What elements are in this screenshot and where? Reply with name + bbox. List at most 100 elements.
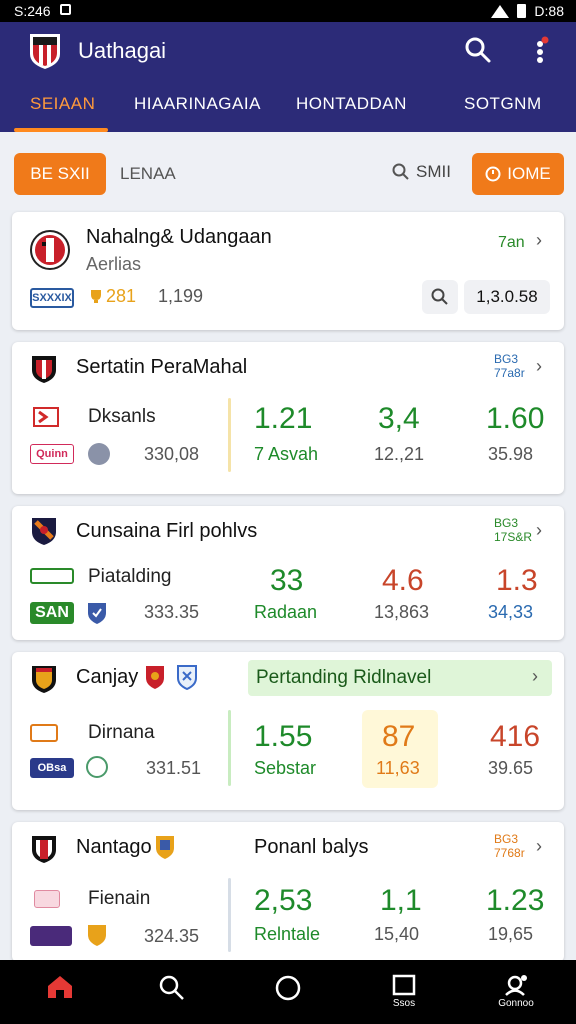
team-crest-icon bbox=[32, 666, 56, 693]
team-crest-icon bbox=[30, 230, 70, 270]
tab-hiaarinagaia[interactable]: HIAARINAGAIA bbox=[134, 94, 261, 114]
home-button-label: IOME bbox=[507, 164, 551, 183]
value-box[interactable]: 1,3.0.58 bbox=[464, 280, 550, 314]
odds-draw[interactable]: 87 bbox=[382, 720, 415, 754]
view-count: 324.35 bbox=[144, 926, 200, 946]
trophy-icon bbox=[91, 290, 101, 303]
match-subtitle: Aerlias bbox=[86, 254, 142, 274]
more-options-icon[interactable] bbox=[528, 36, 552, 66]
square-icon bbox=[392, 974, 416, 996]
nav-profile[interactable]: Gonnoo bbox=[496, 974, 536, 1014]
status-time: S:246 bbox=[14, 3, 51, 19]
view-count: 333.35 bbox=[144, 602, 200, 622]
match-title: Sertatin PeraMahal bbox=[76, 356, 248, 378]
view-count: 330,08 bbox=[144, 444, 200, 464]
filter-search[interactable]: SMII bbox=[392, 162, 451, 182]
bottom-navigation: Ssos Gonnoo bbox=[0, 960, 576, 1024]
chevron-right-icon[interactable]: › bbox=[536, 520, 542, 541]
odds-home[interactable]: 1.55 bbox=[254, 720, 312, 754]
match-card[interactable]: Canjay Pertanding Ridlnavel › Dirnana OB… bbox=[12, 652, 564, 810]
match-card[interactable]: Nahalng& Udangaan Aerlias 7an › SXXXIX 2… bbox=[12, 212, 564, 330]
clock-icon bbox=[485, 166, 501, 182]
app-bar: Uathagai SEIAAN HIAARINAGAIA HONTADDAN S… bbox=[0, 22, 576, 132]
odds-away[interactable]: 1.60 bbox=[486, 402, 544, 436]
odds-away-sub: 35.98 bbox=[488, 444, 534, 464]
match-subtitle: Ponanl balys bbox=[254, 836, 369, 858]
filter-label[interactable]: LENAA bbox=[120, 164, 176, 184]
team-crest-icon bbox=[32, 518, 56, 545]
odds-home[interactable]: 2,53 bbox=[254, 884, 312, 918]
match-title: Nantago bbox=[76, 836, 152, 858]
odds-home[interactable]: 33 bbox=[270, 564, 303, 598]
divider bbox=[228, 878, 231, 952]
filter-bar: BE SXII LENAA SMII IOME bbox=[0, 132, 576, 210]
filter-search-label: SMII bbox=[416, 162, 451, 181]
corner-code: BG3 bbox=[494, 516, 519, 530]
app-title: Uathagai bbox=[78, 38, 167, 63]
chevron-right-icon[interactable]: › bbox=[536, 836, 542, 857]
nav-home[interactable] bbox=[40, 974, 80, 1014]
odds-away-sub: 34,33 bbox=[488, 602, 534, 622]
search-icon bbox=[431, 288, 448, 305]
nav-ssos[interactable]: Ssos bbox=[384, 974, 424, 1014]
match-card[interactable]: Cunsaina Firl pohlvs BG3 17S&R › Piatald… bbox=[12, 506, 564, 640]
home-button[interactable]: IOME bbox=[472, 153, 564, 195]
team-crest-icon bbox=[177, 665, 197, 690]
channel-badge: OBsa bbox=[30, 758, 74, 778]
promo-banner[interactable]: Pertanding Ridlnavel › bbox=[248, 660, 552, 696]
chevron-right-icon[interactable]: › bbox=[536, 356, 542, 377]
odds-home-sub: Radaan bbox=[254, 602, 318, 622]
channel-badge: Quinn bbox=[30, 444, 74, 464]
odds-away[interactable]: 1.3 bbox=[496, 564, 538, 598]
team-name: Piatalding bbox=[88, 566, 172, 587]
divider bbox=[228, 398, 231, 472]
team-crest-icon bbox=[156, 836, 174, 859]
status-right-time: D:88 bbox=[534, 3, 564, 19]
search-icon[interactable] bbox=[464, 36, 492, 64]
shield-icon bbox=[88, 603, 106, 624]
nav-ssos-label: Ssos bbox=[392, 998, 416, 1009]
team-badge bbox=[30, 568, 74, 584]
signal-icon bbox=[491, 4, 510, 18]
odds-draw[interactable]: 4.6 bbox=[382, 564, 424, 598]
home-icon bbox=[48, 976, 72, 998]
nav-search[interactable] bbox=[152, 974, 192, 1014]
tab-seiaan[interactable]: SEIAAN bbox=[30, 94, 95, 114]
team-crest-icon bbox=[146, 666, 164, 689]
match-card[interactable]: Sertatin PeraMahal BG3 77a8r › Dksanls Q… bbox=[12, 342, 564, 494]
odds-draw-sub: 12.,21 bbox=[374, 444, 425, 464]
corner-code: BG3 bbox=[494, 832, 519, 846]
odds-away[interactable]: 416 bbox=[490, 720, 540, 754]
odds-away[interactable]: 1.23 bbox=[486, 884, 544, 918]
team-flag-icon bbox=[33, 407, 59, 427]
left-filter-button[interactable]: BE SXII bbox=[14, 153, 106, 195]
nav-profile-label: Gonnoo bbox=[498, 998, 534, 1009]
nav-center[interactable] bbox=[268, 974, 308, 1014]
corner-code: BG3 bbox=[494, 352, 519, 366]
tab-sotgnm[interactable]: SOTGNM bbox=[464, 94, 542, 114]
odds-away-sub: 19,65 bbox=[488, 924, 534, 944]
divider bbox=[228, 710, 231, 786]
circle-icon bbox=[275, 975, 301, 1001]
chevron-right-icon[interactable]: › bbox=[536, 230, 542, 251]
score-value: 281 bbox=[106, 286, 137, 306]
odds-draw-sub: 13,863 bbox=[374, 602, 430, 622]
odds-draw[interactable]: 1,1 bbox=[380, 884, 422, 918]
match-title: Canjay bbox=[76, 666, 139, 688]
odds-draw[interactable]: 3,4 bbox=[378, 402, 420, 436]
corner-code-2: 17S&R bbox=[494, 530, 533, 544]
card-search-button[interactable] bbox=[422, 280, 458, 314]
odds-draw-sub: 15,40 bbox=[374, 924, 420, 944]
odds-draw-sub: 11,63 bbox=[376, 758, 420, 778]
tab-bar: SEIAAN HIAARINAGAIA HONTADDAN SOTGNM bbox=[0, 84, 576, 132]
odds-home[interactable]: 1.21 bbox=[254, 402, 312, 436]
channel-badge: SXXXIX bbox=[30, 288, 74, 308]
odds-home-sub: Sebstar bbox=[254, 758, 317, 778]
team-badge bbox=[30, 724, 58, 742]
match-card[interactable]: Nantago Ponanl balys BG3 7768r › Fienain… bbox=[12, 822, 564, 962]
match-title: Cunsaina Firl pohlvs bbox=[76, 520, 258, 542]
match-time: 7an bbox=[498, 234, 525, 251]
search-icon bbox=[392, 163, 409, 180]
odds-home-sub: Relntale bbox=[254, 924, 321, 944]
tab-hontaddan[interactable]: HONTADDAN bbox=[296, 94, 407, 114]
